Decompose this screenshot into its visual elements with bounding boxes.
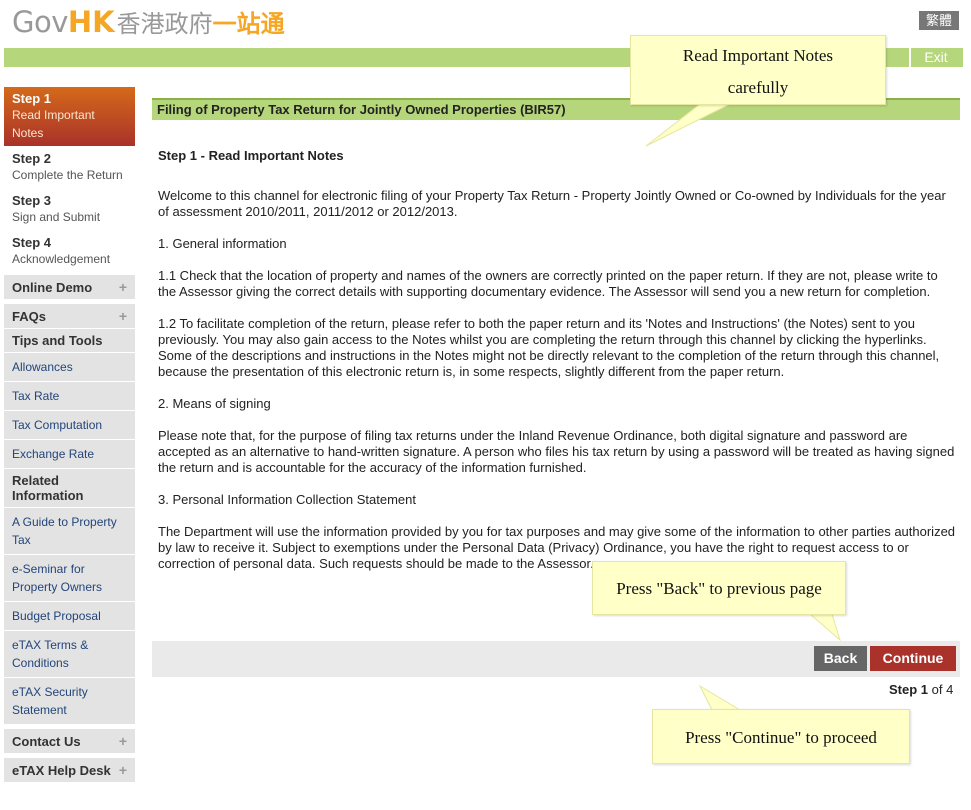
step-title: Step 4 [12, 235, 52, 250]
intro-paragraph: Welcome to this channel for electronic f… [158, 188, 946, 219]
link-text[interactable]: A Guide to Property Tax [12, 515, 117, 547]
faqs-label: FAQs [12, 308, 46, 324]
paragraph: 1.2 To facilitate completion of the retu… [158, 316, 940, 379]
paragraph: Please note that, for the purpose of fil… [158, 428, 955, 475]
section-heading: 1. General information [158, 236, 287, 251]
sidebar-step-3: Step 3 Sign and Submit [4, 189, 135, 231]
link-text[interactable]: Tax Computation [12, 418, 102, 432]
sidebar-link-exchange-rate[interactable]: Exchange Rate [4, 440, 135, 469]
step-indicator: Step 1 of 4 [889, 682, 953, 697]
back-button[interactable]: Back [814, 646, 867, 671]
related-info-label: Related Information [12, 473, 84, 503]
sidebar-link-e-seminar[interactable]: e-Seminar for Property Owners [4, 555, 135, 602]
link-text[interactable]: eTAX Terms & Conditions [12, 638, 88, 670]
step-total: of 4 [931, 682, 954, 697]
step-title: Step 2 [12, 151, 52, 166]
language-toggle-button[interactable]: 繁體 [919, 11, 959, 30]
sidebar-link-tax-rate[interactable]: Tax Rate [4, 382, 135, 411]
sidebar-step-4: Step 4 Acknowledgement [4, 231, 135, 273]
step-subtitle: Sign and Submit [12, 210, 101, 224]
sidebar-related-info-header: Related Information [4, 469, 135, 508]
step-title: Step 3 [12, 193, 52, 208]
logo-gov-text: Gov [12, 5, 68, 39]
callout-tail-continue [698, 684, 742, 711]
continue-button[interactable]: Continue [870, 646, 956, 671]
exit-link[interactable]: Exit [909, 48, 961, 67]
sidebar-help-desk[interactable]: eTAX Help Desk + [4, 758, 135, 783]
step-current: 1 [920, 682, 929, 697]
paragraph: 1.1 Check that the location of property … [158, 268, 938, 299]
callout-read-notes: Read Important Notes carefully [630, 35, 886, 105]
link-text[interactable]: Budget Proposal [12, 609, 101, 623]
govhk-logo[interactable]: Gov HK 香港政府 一站通 [12, 4, 285, 42]
callout-line: Read Important Notes [682, 46, 834, 65]
link-text[interactable]: Allowances [12, 360, 73, 374]
expand-icon[interactable]: + [119, 308, 127, 324]
step-prefix: Step [889, 682, 918, 697]
step-subtitle: Read Important Notes [12, 108, 95, 140]
online-demo-label: Online Demo [12, 279, 93, 295]
page-heading: Step 1 - Read Important Notes [158, 148, 344, 163]
sidebar-contact-us[interactable]: Contact Us + [4, 729, 135, 754]
sidebar-faqs[interactable]: FAQs + [4, 304, 135, 329]
sidebar-link-etax-terms[interactable]: eTAX Terms & Conditions [4, 631, 135, 678]
logo-chinese-highlight: 一站通 [212, 10, 285, 38]
sidebar-link-tax-computation[interactable]: Tax Computation [4, 411, 135, 440]
callout-line: carefully [727, 78, 789, 97]
sidebar-link-guide-property-tax[interactable]: A Guide to Property Tax [4, 508, 135, 555]
step-subtitle: Complete the Return [12, 168, 123, 182]
sidebar-step-1: Step 1 Read Important Notes [4, 87, 135, 147]
sidebar: Step 1 Read Important Notes Step 2 Compl… [4, 87, 135, 783]
section-heading: 2. Means of signing [158, 396, 271, 411]
step-title: Step 1 [12, 91, 52, 106]
main-content: Step 1 - Read Important Notes Welcome to… [158, 146, 958, 588]
link-text[interactable]: e-Seminar for Property Owners [12, 562, 102, 594]
expand-icon[interactable]: + [119, 733, 127, 749]
expand-icon[interactable]: + [119, 762, 127, 778]
link-text[interactable]: Exchange Rate [12, 447, 94, 461]
callout-back: Press "Back" to previous page [592, 561, 846, 615]
callout-continue: Press "Continue" to proceed [652, 709, 910, 764]
sidebar-link-allowances[interactable]: Allowances [4, 353, 135, 382]
sidebar-step-2: Step 2 Complete the Return [4, 147, 135, 189]
expand-icon[interactable]: + [119, 279, 127, 295]
help-desk-label: eTAX Help Desk [12, 762, 111, 778]
sidebar-link-budget-proposal[interactable]: Budget Proposal [4, 602, 135, 631]
sidebar-online-demo[interactable]: Online Demo + [4, 275, 135, 300]
link-text[interactable]: Tax Rate [12, 389, 59, 403]
logo-hk-text: HK [67, 5, 115, 39]
tips-tools-label: Tips and Tools [12, 333, 103, 348]
callout-tail-back [808, 613, 841, 642]
logo-chinese-text: 香港政府 [116, 10, 213, 38]
contact-us-label: Contact Us [12, 733, 81, 749]
step-subtitle: Acknowledgement [12, 252, 111, 266]
sidebar-tips-tools-header: Tips and Tools [4, 329, 135, 353]
sidebar-link-etax-security[interactable]: eTAX Security Statement [4, 678, 135, 725]
link-text[interactable]: eTAX Security Statement [12, 685, 88, 717]
section-heading: 3. Personal Information Collection State… [158, 492, 416, 507]
